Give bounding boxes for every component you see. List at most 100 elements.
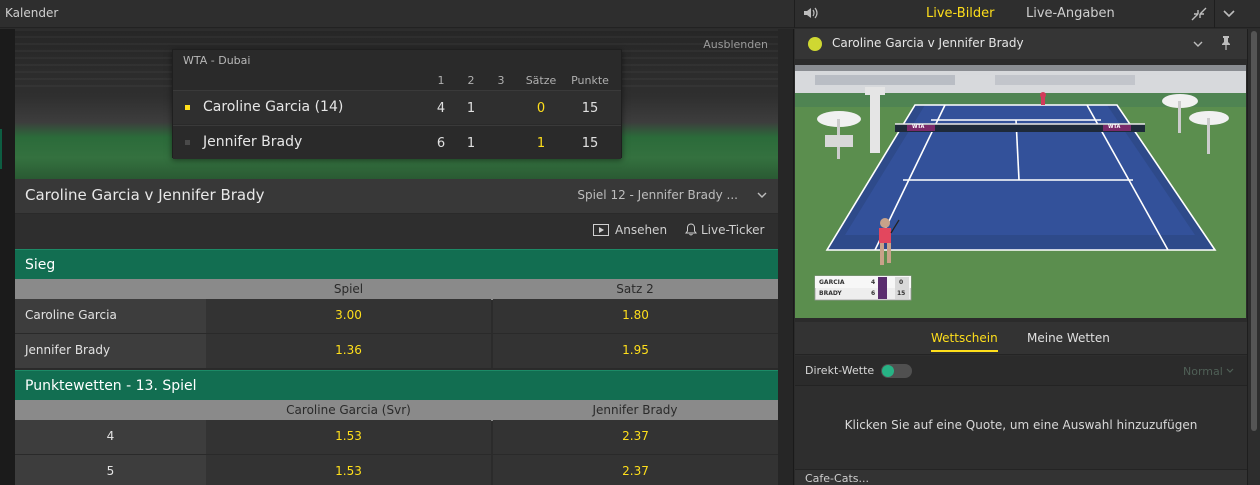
top-bar: Kalender Live-Bilder Live-Angaben bbox=[0, 0, 1260, 28]
bet-slip: Wettschein Meine Wetten Direkt-Wette Nor… bbox=[795, 322, 1247, 485]
bet-slip-footer: Cafe-Cats... bbox=[795, 469, 1247, 485]
active-marker bbox=[0, 129, 2, 169]
wta-banner-right: WTA bbox=[1108, 124, 1121, 130]
speaker-icon[interactable] bbox=[803, 6, 819, 20]
column-headers: Spiel Satz 2 bbox=[15, 279, 778, 300]
footer-label[interactable]: Cafe-Cats... bbox=[805, 472, 869, 485]
odds-row: Jennifer Brady 1.36 1.95 bbox=[15, 334, 778, 369]
market-title: Sieg bbox=[25, 257, 56, 273]
tab-wettschein[interactable]: Wettschein bbox=[931, 331, 998, 352]
game-points: 15 bbox=[581, 136, 599, 151]
tab-live-angaben[interactable]: Live-Angaben bbox=[1026, 6, 1115, 21]
direct-bet-label: Direkt-Wette bbox=[805, 364, 875, 377]
match-actions: Ansehen Live-Ticker bbox=[15, 214, 778, 249]
market-title: Punktewetten - 13. Spiel bbox=[25, 378, 197, 394]
column-header: Jennifer Brady bbox=[592, 403, 678, 417]
odds-button[interactable]: 3.00 bbox=[206, 299, 491, 333]
shrink-icon[interactable] bbox=[1190, 6, 1208, 22]
overlay-p2-games: 6 bbox=[871, 290, 876, 297]
tab-live-bilder[interactable]: Live-Bilder bbox=[926, 6, 995, 21]
ticker-label: Live-Ticker bbox=[701, 223, 765, 237]
chevron-down-icon[interactable] bbox=[1222, 8, 1236, 20]
serve-indicator bbox=[185, 140, 190, 145]
overlay-player2: BRADY bbox=[819, 290, 842, 297]
odds-button[interactable]: 1.36 bbox=[206, 334, 491, 368]
live-ticker-button[interactable]: Live-Ticker bbox=[685, 223, 764, 237]
pin-icon[interactable] bbox=[1221, 35, 1231, 51]
tab-meine-wetten[interactable]: Meine Wetten bbox=[1027, 331, 1110, 345]
bet-mode-select[interactable]: Normal bbox=[1183, 365, 1234, 378]
overlay-p2-score: 15 bbox=[897, 290, 906, 297]
scoreboard-row: Caroline Garcia (14) 4 1 0 15 bbox=[173, 90, 621, 124]
top-divider-2 bbox=[1214, 0, 1215, 28]
tournament-name: WTA - Dubai bbox=[183, 54, 251, 67]
bell-icon bbox=[685, 223, 697, 236]
market-header[interactable]: Punktewetten - 13. Spiel bbox=[15, 370, 778, 400]
selection-label: 5 bbox=[15, 455, 206, 485]
direct-bet-row: Direkt-Wette Normal bbox=[795, 356, 1247, 386]
video-header: Caroline Garcia v Jennifer Brady bbox=[795, 29, 1247, 59]
watch-button[interactable]: Ansehen bbox=[593, 223, 667, 237]
column-header: Spiel bbox=[333, 282, 364, 296]
toggle-knob bbox=[882, 365, 894, 377]
player-name: Caroline Garcia (14) bbox=[203, 99, 344, 115]
odds-button[interactable]: 1.95 bbox=[493, 334, 778, 368]
overlay-p1-games: 4 bbox=[871, 279, 876, 286]
odds-row: 4 1.53 2.37 bbox=[15, 420, 778, 455]
chevron-down-icon[interactable] bbox=[757, 191, 767, 199]
column-header: Satz 2 bbox=[616, 282, 654, 296]
odds-button[interactable]: 2.37 bbox=[493, 420, 778, 454]
player-name: Jennifer Brady bbox=[203, 134, 303, 150]
top-divider bbox=[794, 0, 795, 28]
bet-mode-value: Normal bbox=[1183, 365, 1223, 378]
set1-score: 6 bbox=[436, 136, 446, 151]
video-title: Caroline Garcia v Jennifer Brady bbox=[832, 36, 1024, 50]
points-header: Punkte bbox=[571, 74, 609, 87]
game-points: 15 bbox=[581, 101, 599, 116]
column-headers: Caroline Garcia (Svr) Jennifer Brady bbox=[15, 400, 778, 421]
sets-header: Sätze bbox=[525, 74, 557, 87]
scrollbar-thumb[interactable] bbox=[1251, 31, 1257, 431]
game-status[interactable]: Spiel 12 - Jennifer Brady ... bbox=[577, 188, 738, 202]
odds-row: Caroline Garcia 3.00 1.80 bbox=[15, 299, 778, 334]
calendar-label[interactable]: Kalender bbox=[5, 6, 58, 20]
watch-label: Ansehen bbox=[615, 223, 668, 237]
odds-button[interactable]: 2.37 bbox=[493, 455, 778, 485]
set1-score: 4 bbox=[436, 101, 446, 116]
chevron-down-icon bbox=[1226, 368, 1234, 373]
wta-banner-left: WTA bbox=[912, 124, 925, 130]
column-separator bbox=[778, 29, 794, 485]
odds-row: 5 1.53 2.37 bbox=[15, 455, 778, 485]
tennis-ball-icon bbox=[808, 37, 822, 51]
odds-button[interactable]: 1.80 bbox=[493, 299, 778, 333]
scoreboard-hero: Ausblenden WTA - Dubai 1 2 3 Sätze Punkt… bbox=[15, 29, 778, 179]
bet-slip-tabs: Wettschein Meine Wetten bbox=[795, 322, 1247, 355]
scrollbar[interactable] bbox=[1247, 29, 1260, 485]
scoreboard: WTA - Dubai 1 2 3 Sätze Punkte Caroline … bbox=[172, 49, 622, 159]
selection-label: 4 bbox=[15, 420, 206, 454]
match-header: Caroline Garcia v Jennifer Brady Spiel 1… bbox=[15, 179, 778, 214]
empty-slip-message: Klicken Sie auf eine Quote, um eine Ausw… bbox=[844, 418, 1198, 432]
serve-indicator bbox=[185, 105, 190, 110]
overlay-player1: GARCIA bbox=[819, 279, 845, 286]
odds-button[interactable]: 1.53 bbox=[206, 455, 491, 485]
set1-header: 1 bbox=[437, 74, 445, 87]
live-video[interactable]: GARCIA 4 0 BRADY 6 15 WTA WTA bbox=[795, 65, 1246, 318]
sets-won: 1 bbox=[536, 136, 546, 151]
odds-button[interactable]: 1.53 bbox=[206, 420, 491, 454]
sets-won: 0 bbox=[536, 101, 546, 116]
match-title: Caroline Garcia v Jennifer Brady bbox=[25, 186, 265, 204]
set2-header: 2 bbox=[467, 74, 475, 87]
selection-label: Jennifer Brady bbox=[15, 334, 206, 368]
play-icon bbox=[593, 224, 609, 236]
market-header[interactable]: Sieg bbox=[15, 249, 778, 279]
left-gutter bbox=[0, 29, 15, 485]
set3-header: 3 bbox=[497, 74, 505, 87]
set2-score: 1 bbox=[466, 101, 476, 116]
selection-label: Caroline Garcia bbox=[15, 299, 206, 333]
direct-bet-toggle[interactable] bbox=[881, 364, 912, 378]
chevron-down-icon[interactable] bbox=[1193, 40, 1203, 48]
scoreboard-row: Jennifer Brady 6 1 1 15 bbox=[173, 125, 621, 159]
hide-button[interactable]: Ausblenden bbox=[703, 38, 768, 51]
tennis-court-image bbox=[795, 65, 1246, 318]
